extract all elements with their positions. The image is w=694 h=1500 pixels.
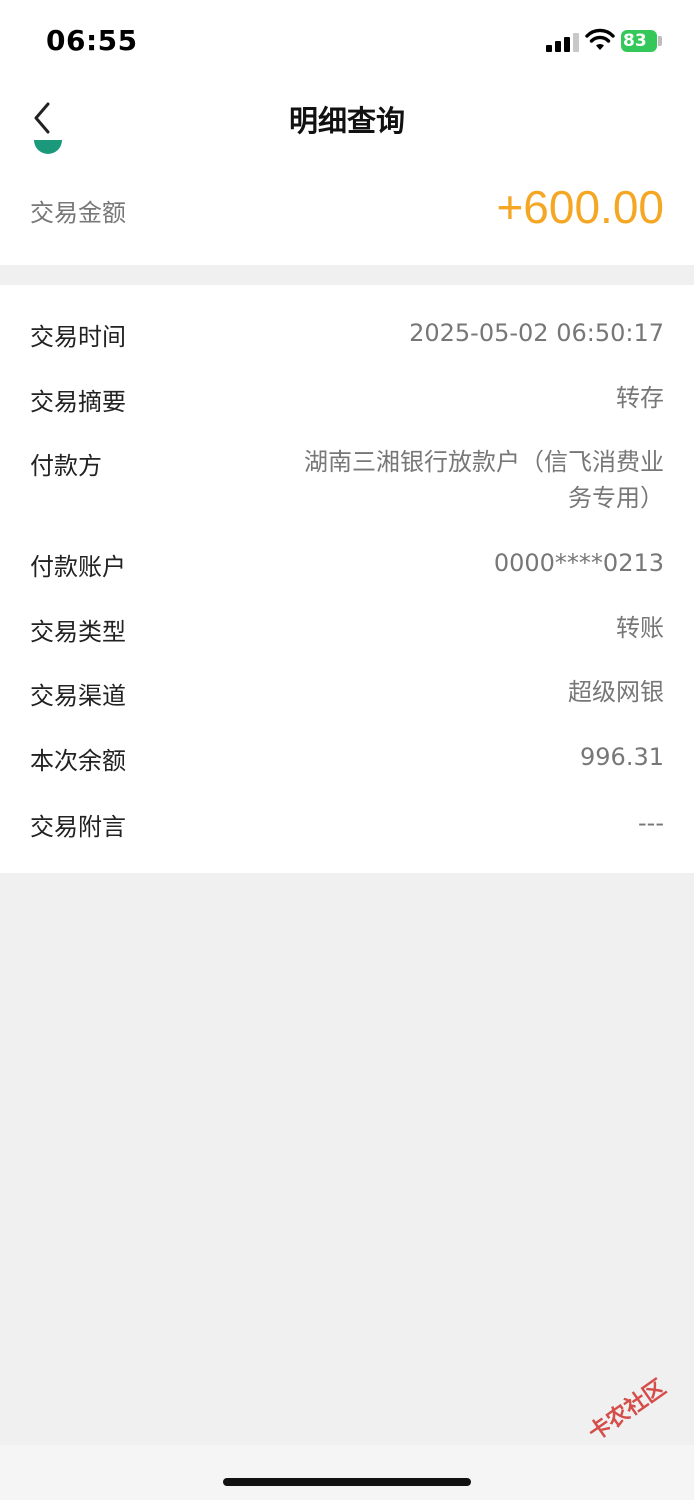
bottom-area [0, 1445, 694, 1500]
battery-icon: 83 [621, 30, 657, 52]
detail-label-payer-account: 付款账户 [30, 553, 126, 581]
detail-value-channel: 超级网银 [568, 678, 664, 706]
detail-label-time: 交易时间 [30, 323, 126, 351]
detail-value-payer: 湖南三湘银行放款户（信飞消费业务专用） [304, 448, 664, 512]
detail-value-summary: 转存 [616, 384, 664, 412]
detail-label-balance: 本次余额 [30, 747, 126, 775]
detail-label-channel: 交易渠道 [30, 682, 126, 710]
detail-label-payer: 付款方 [30, 452, 102, 480]
detail-card: 交易时间 2025-05-02 06:50:17 交易摘要 转存 付款方 湖南三… [0, 285, 694, 873]
battery-level: 83 [623, 31, 647, 51]
detail-value-remark: --- [638, 809, 664, 837]
detail-value-balance: 996.31 [580, 743, 664, 771]
amount-value: +600.00 [496, 181, 664, 233]
cellular-signal-icon [546, 32, 580, 52]
bank-logo-icon [34, 140, 62, 158]
page-title: 明细查询 [288, 104, 405, 138]
home-indicator[interactable] [223, 1478, 471, 1486]
amount-label: 交易金额 [30, 199, 126, 227]
wifi-icon [585, 28, 615, 50]
detail-value-payer-account: 0000****0213 [493, 549, 664, 577]
detail-value-type: 转账 [616, 614, 664, 642]
detail-label-summary: 交易摘要 [30, 388, 126, 416]
watermark: 卡农社区 [584, 1375, 671, 1447]
detail-value-time: 2025-05-02 06:50:17 [409, 319, 664, 347]
battery-cap [658, 36, 662, 46]
detail-label-type: 交易类型 [30, 618, 126, 646]
detail-label-remark: 交易附言 [30, 813, 126, 841]
status-time: 06:55 [46, 24, 138, 57]
